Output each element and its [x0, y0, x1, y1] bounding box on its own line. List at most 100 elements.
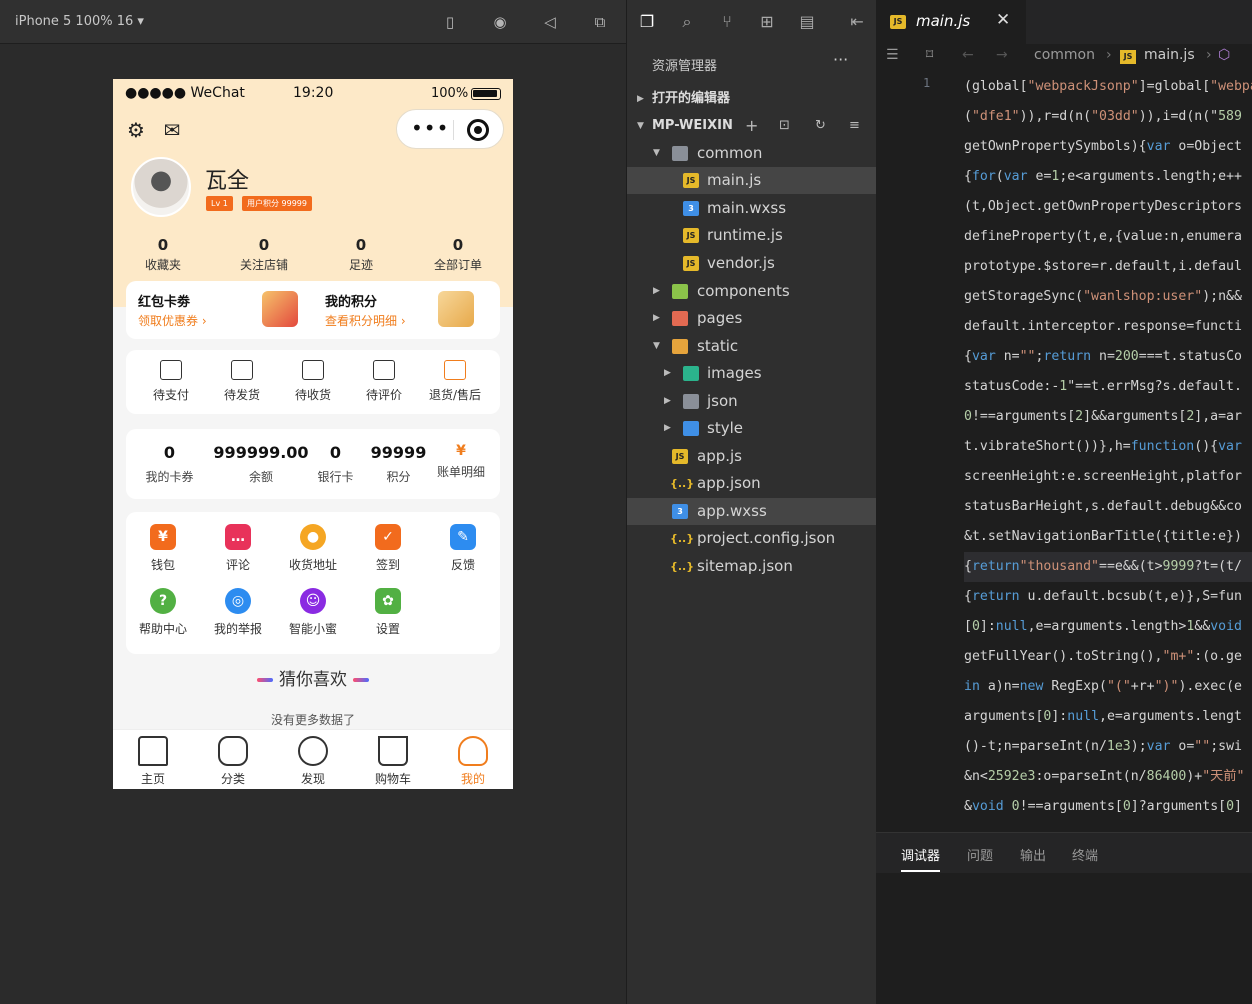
collapse-panel-icon[interactable]: ⇤	[846, 11, 868, 33]
tree-folder-components[interactable]: ▶ components	[627, 278, 877, 305]
tool-wallet[interactable]: ¥ 钱包	[128, 524, 198, 573]
list-icon	[444, 360, 466, 380]
wallet-balance[interactable]: 999999.00 余额	[211, 443, 311, 485]
tool-comment[interactable]: … 评论	[203, 524, 273, 573]
tree-folder-images[interactable]: ▶ images	[627, 360, 877, 387]
tab-terminal[interactable]: 终端	[1072, 845, 1098, 864]
message-icon[interactable]: ✉	[161, 119, 183, 141]
avatar[interactable]	[131, 157, 191, 217]
source-control-icon[interactable]: ⑂	[716, 11, 738, 33]
tree-file-runtime-js[interactable]: JS runtime.js	[627, 222, 877, 249]
storage-icon[interactable]: ▤	[796, 11, 818, 33]
tree-file-app-wxss[interactable]: 3 app.wxss	[627, 498, 877, 525]
tool-feedback[interactable]: ✎ 反馈	[428, 524, 498, 573]
user-icon	[458, 736, 488, 766]
tree-file-project-config[interactable]: {..} project.config.json	[627, 525, 877, 552]
new-file-icon[interactable]: +	[745, 113, 758, 139]
code-line: &void 0!==arguments[0]?arguments[0]	[964, 799, 1242, 814]
gear-icon[interactable]: ⚙	[125, 119, 147, 141]
refresh-icon[interactable]: ↻	[815, 113, 826, 139]
open-editors-label: 打开的编辑器	[652, 91, 731, 106]
js-file-icon: JS	[683, 228, 699, 243]
tab-cart[interactable]: 购物车	[363, 736, 423, 787]
coupon-title: 红包卡劵	[138, 295, 191, 310]
breadcrumb-folder[interactable]: common	[1034, 47, 1095, 63]
project-section[interactable]: ▼ MP-WEIXIN + ⊡ ↻ ≡	[627, 113, 877, 139]
device-selector[interactable]: iPhone 5 100% 16 ▾	[15, 14, 144, 29]
wallet-cards[interactable]: 0 我的卡券	[142, 443, 197, 485]
close-target-icon[interactable]	[467, 119, 489, 141]
stat-footprint[interactable]: 0 足迹	[311, 236, 411, 273]
more-icon[interactable]: ···	[833, 50, 848, 69]
back-arrow-icon[interactable]: ←	[962, 47, 974, 63]
order-pending-shipment[interactable]: 待发货	[207, 360, 277, 403]
open-editors-section[interactable]: ▶ 打开的编辑器	[627, 86, 877, 112]
tree-folder-pages[interactable]: ▶ pages	[627, 305, 877, 332]
wallet-points[interactable]: 99999 积分	[361, 443, 436, 485]
stat-num: 0	[258, 236, 270, 254]
breadcrumb-file[interactable]: main.js	[1144, 47, 1195, 63]
json-file-icon: {..}	[670, 532, 695, 545]
window-icon[interactable]: ⧉	[590, 12, 610, 32]
order-pending-review[interactable]: 待评价	[349, 360, 419, 403]
tab-problems[interactable]: 问题	[967, 845, 993, 864]
forward-arrow-icon[interactable]: →	[996, 47, 1008, 63]
tab-debugger[interactable]: 调试器	[901, 845, 941, 872]
extensions-icon[interactable]: ⊞	[756, 11, 778, 33]
coupon-entry[interactable]: 红包卡劵 领取优惠券 ›	[138, 291, 207, 329]
record-icon[interactable]: ◉	[490, 12, 510, 32]
tree-file-main-js[interactable]: JS main.js	[627, 167, 877, 194]
assistant-icon: ☺	[300, 588, 326, 614]
tree-label: main.js	[707, 171, 762, 189]
list-icon[interactable]: ☰	[886, 47, 899, 63]
tab-discover[interactable]: 发现	[283, 736, 343, 787]
new-folder-icon[interactable]: ⊡	[779, 113, 790, 139]
order-pending-payment[interactable]: 待支付	[136, 360, 206, 403]
tree-file-app-json[interactable]: {..} app.json	[627, 470, 877, 497]
tab-label: 发现	[300, 772, 325, 786]
tool-checkin[interactable]: ✓ 签到	[353, 524, 423, 573]
phone-icon[interactable]: ▯	[440, 12, 460, 32]
stat-all-orders[interactable]: 0 全部订单	[408, 236, 508, 273]
code-line: screenHeight:e.screenHeight,platfor	[964, 469, 1242, 484]
code-line: getStorageSync("wanlshop:user");n&&	[964, 289, 1242, 304]
tree-file-vendor-js[interactable]: JS vendor.js	[627, 250, 877, 277]
tool-address[interactable]: ● 收货地址	[278, 524, 348, 573]
tab-output[interactable]: 输出	[1020, 845, 1046, 864]
tree-folder-static[interactable]: ▼ static	[627, 333, 877, 360]
tool-settings[interactable]: ✿ 设置	[353, 588, 423, 637]
tab-category[interactable]: 分类	[203, 736, 263, 787]
tool-assistant[interactable]: ☺ 智能小蜜	[278, 588, 348, 637]
code-line: getOwnPropertySymbols){var o=Object	[964, 139, 1242, 154]
tab-mine[interactable]: 我的	[443, 736, 503, 787]
tree-label: static	[697, 337, 739, 355]
close-icon[interactable]: ✕	[996, 10, 1010, 30]
tab-home[interactable]: 主页	[123, 736, 183, 787]
search-icon[interactable]: ⌕	[676, 11, 698, 33]
stat-following-shops[interactable]: 0 关注店铺	[214, 236, 314, 273]
points-entry[interactable]: 我的积分 查看积分明细 ›	[325, 291, 406, 329]
tree-file-sitemap[interactable]: {..} sitemap.json	[627, 553, 877, 580]
tree-folder-common[interactable]: ▼ common	[627, 140, 877, 167]
collapse-all-icon[interactable]: ≡	[849, 113, 860, 139]
tool-help[interactable]: ? 帮助中心	[128, 588, 198, 637]
order-after-sale[interactable]: 退货/售后	[420, 360, 490, 403]
tree-folder-json[interactable]: ▶ json	[627, 388, 877, 415]
code-area[interactable]: (global["webpackJsonp"]=global["webpackJ…	[964, 72, 1252, 830]
tree-file-main-wxss[interactable]: 3 main.wxss	[627, 195, 877, 222]
wallet-bank-card[interactable]: 0 银行卡	[308, 443, 363, 485]
activity-bar: ❐ ⌕ ⑂ ⊞ ▤ ⇤	[627, 0, 877, 44]
order-pending-receipt[interactable]: 待收货	[278, 360, 348, 403]
more-dots-icon[interactable]: •••	[411, 116, 449, 140]
tool-report[interactable]: ◎ 我的举报	[203, 588, 273, 637]
tab-main-js[interactable]: JS main.js ✕	[876, 0, 1026, 44]
tree-file-app-js[interactable]: JS app.js	[627, 443, 877, 470]
tree-folder-style[interactable]: ▶ style	[627, 415, 877, 442]
sound-icon[interactable]: ◁	[540, 12, 560, 32]
chevron-down-icon: ▼	[653, 148, 660, 158]
wallet-bill-detail[interactable]: ¥ 账单明细	[426, 443, 496, 480]
stat-favorites[interactable]: 0 收藏夹	[113, 236, 213, 273]
menu-capsule[interactable]: •••	[396, 109, 504, 149]
files-icon[interactable]: ❐	[636, 11, 658, 33]
bookmark-icon[interactable]: ⌑	[926, 47, 933, 63]
